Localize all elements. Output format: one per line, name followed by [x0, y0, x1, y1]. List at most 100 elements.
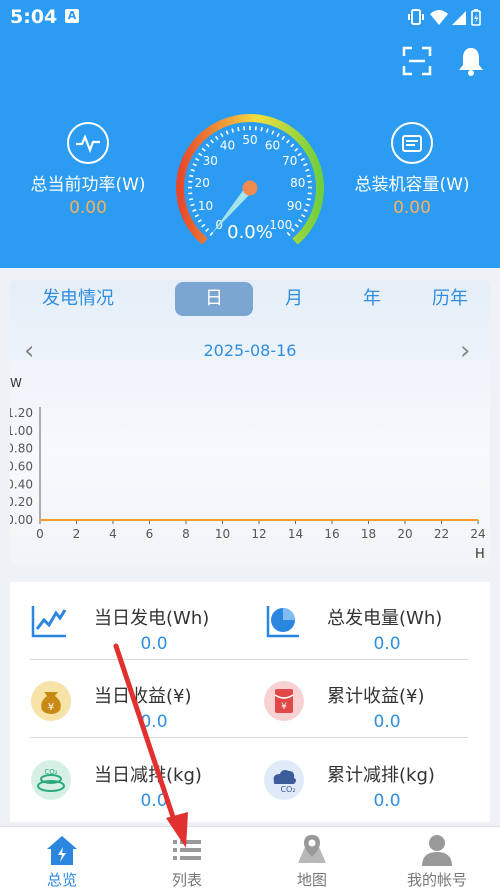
gauge-minor-tick: [221, 133, 223, 137]
gauge-minor-tick: [232, 129, 233, 133]
capacity-box-icon: [391, 122, 433, 164]
x-tick-label: 12: [251, 527, 266, 541]
nav-map[interactable]: 地图: [262, 833, 362, 890]
stat-label: 当日发电(Wh): [94, 604, 209, 630]
x-tick-label: 2: [73, 527, 81, 541]
nav-account[interactable]: 我的帐号: [387, 833, 487, 890]
x-tick-label: 18: [361, 527, 376, 541]
list-icon: [169, 833, 205, 867]
x-tick-label: 0: [36, 527, 44, 541]
svg-text:¥: ¥: [281, 702, 287, 712]
gauge-minor-tick: [191, 204, 195, 205]
stat-value: 0.0: [327, 712, 447, 732]
y-tick-label: 0.80: [10, 442, 33, 456]
x-tick-label: 20: [397, 527, 412, 541]
header-panel: 5:04 A 总当前功率(W) 0.00 总装机容量(W): [0, 0, 500, 268]
power-chart: W0.000.200.400.600.801.001.2002468101214…: [10, 378, 490, 565]
gauge-minor-tick: [298, 153, 301, 155]
period-tabs: 发电情况 日 月 年 历年: [10, 280, 490, 322]
nav-label: 总览: [47, 871, 77, 889]
gauge-minor-tick: [267, 129, 268, 133]
stat-value: 0.0: [94, 634, 214, 654]
stat-total-income: ¥ 累计收益(¥) 0.0: [255, 668, 485, 738]
x-tick-label: 8: [182, 527, 190, 541]
gauge-minor-tick: [189, 199, 193, 200]
gauge-minor-tick: [305, 170, 309, 171]
stat-label: 累计减排(kg): [327, 761, 435, 787]
gauge-minor-tick: [301, 159, 305, 161]
y-tick-label: 0.60: [10, 460, 33, 474]
x-tick-label: 10: [215, 527, 230, 541]
installed-capacity-stat: 总装机容量(W) 0.00: [337, 120, 487, 218]
map-icon: [294, 833, 330, 867]
signal-icon: [452, 11, 466, 25]
gauge-minor-tick: [306, 204, 310, 205]
battery-icon: [472, 9, 480, 25]
red-envelope-icon: ¥: [263, 680, 305, 726]
tab-year[interactable]: 年: [363, 284, 381, 310]
x-axis-unit: H: [475, 547, 485, 562]
gauge-minor-tick: [193, 164, 197, 166]
account-icon: [419, 833, 455, 867]
co2-icon: CO₂: [30, 759, 72, 805]
nav-label: 我的帐号: [407, 871, 467, 889]
selected-date[interactable]: 2025-08-16: [10, 341, 490, 360]
gauge-minor-tick: [307, 176, 311, 177]
gauge-minor-tick: [291, 144, 294, 147]
pie-chart-icon: [263, 602, 301, 644]
gauge-tick-label: 30: [203, 154, 218, 168]
gauge-minor-tick: [295, 148, 298, 151]
gauge-minor-tick: [277, 133, 279, 137]
y-tick-label: 0.00: [10, 513, 33, 527]
gauge-minor-tick: [301, 215, 305, 217]
gauge-minor-tick: [226, 131, 228, 135]
installed-capacity-value: 0.00: [337, 198, 487, 218]
pulse-icon: [67, 122, 109, 164]
scan-icon[interactable]: [402, 46, 432, 80]
x-tick-label: 16: [324, 527, 339, 541]
gauge-minor-tick: [287, 140, 290, 143]
tab-all-years[interactable]: 历年: [432, 284, 468, 310]
x-tick-label: 22: [434, 527, 449, 541]
stat-today-reduction: CO₂ 当日减排(kg) 0.0: [22, 747, 252, 817]
gauge-minor-tick: [206, 144, 209, 147]
stat-value: 0.0: [94, 712, 214, 732]
notification-a-icon: A: [65, 9, 79, 23]
power-gauge: 0102030405060708090100 0.0%: [166, 100, 334, 250]
gauge-minor-tick: [216, 136, 218, 139]
bell-icon[interactable]: [456, 46, 486, 80]
current-power-stat: 总当前功率(W) 0.00: [13, 120, 163, 218]
gauge-tick-label: 90: [287, 199, 302, 213]
gauge-hub: [243, 181, 258, 196]
nav-overview[interactable]: 总览: [12, 833, 112, 890]
gauge-minor-tick: [295, 224, 298, 227]
next-date-button[interactable]: ›: [460, 336, 470, 366]
nav-label: 列表: [172, 871, 202, 889]
card-title: 发电情况: [42, 284, 114, 310]
gauge-minor-tick: [198, 220, 201, 222]
tab-day[interactable]: 日: [175, 282, 253, 316]
stat-value: 0.0: [94, 791, 214, 811]
status-time: 5:04: [10, 6, 57, 28]
gauge-minor-tick: [261, 127, 262, 131]
bottom-navigation: 总览 列表 地图 我的帐号: [0, 826, 500, 890]
co2-cloud-icon: CO₂: [263, 759, 305, 805]
installed-capacity-label: 总装机容量(W): [337, 170, 487, 195]
stat-label: 总发电量(Wh): [327, 604, 442, 630]
gauge-minor-tick: [195, 159, 199, 161]
divider: [30, 659, 468, 660]
current-power-label: 总当前功率(W): [13, 170, 163, 195]
stats-panel: 当日发电(Wh) 0.0 总发电量(Wh) 0.0 ¥ 当日收益(¥) 0.0 …: [10, 582, 490, 822]
gauge-tick-label: 50: [242, 133, 257, 147]
gauge-minor-tick: [299, 220, 302, 222]
gauge-minor-tick: [206, 229, 209, 232]
gauge-minor-tick: [199, 153, 202, 155]
tab-month[interactable]: 月: [285, 284, 303, 310]
home-icon: [44, 833, 80, 867]
nav-list[interactable]: 列表: [137, 833, 237, 890]
gauge-tick-label: 70: [282, 154, 297, 168]
stat-label: 累计收益(¥): [327, 682, 425, 708]
gauge-tick-label: 80: [290, 176, 305, 190]
y-axis-unit: W: [10, 378, 22, 390]
stat-label: 当日收益(¥): [94, 682, 192, 708]
